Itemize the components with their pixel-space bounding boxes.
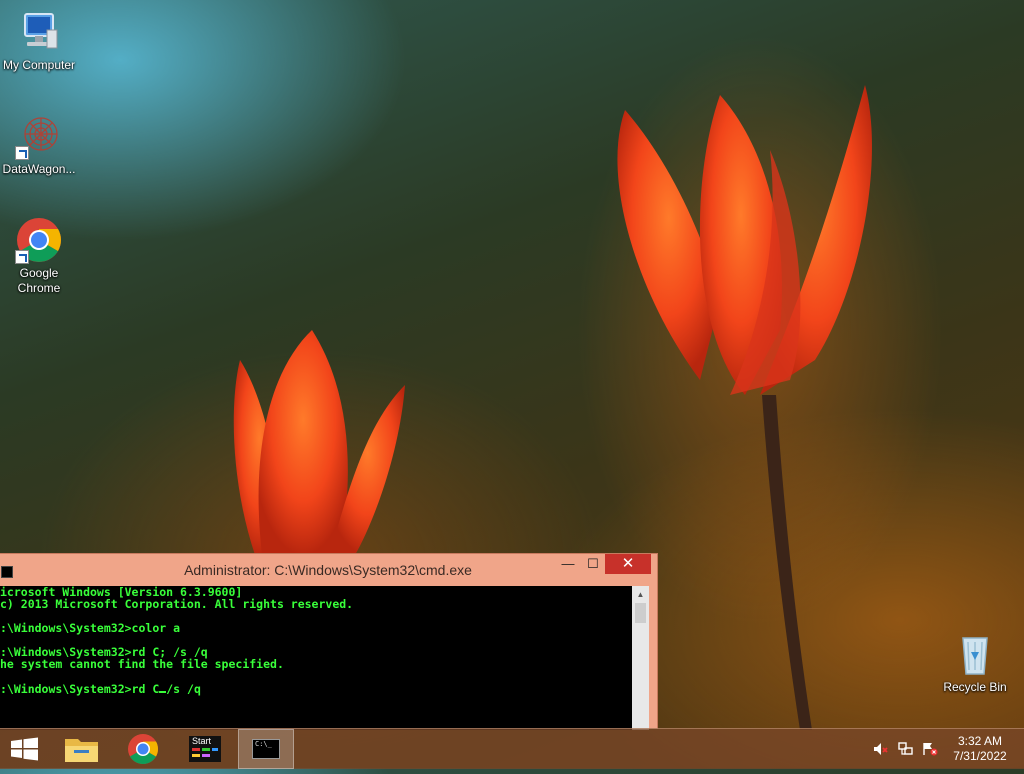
desktop-icon-datawagon[interactable]: DataWagon... xyxy=(0,112,78,177)
desktop-icon-label: My Computer xyxy=(2,58,76,72)
chrome-icon xyxy=(128,734,159,765)
network-icon[interactable] xyxy=(898,742,914,756)
action-center-flag-icon[interactable] xyxy=(922,742,938,756)
folder-icon xyxy=(65,739,98,762)
taskbar-start-app[interactable]: Start xyxy=(177,729,233,769)
cmd-titlebar[interactable]: Administrator: C:\Windows\System32\cmd.e… xyxy=(0,554,657,586)
scrollbar-thumb[interactable] xyxy=(635,603,646,623)
console-prompt-tail: /s /q xyxy=(166,682,201,696)
console-line: :\Windows\System32>color a xyxy=(0,621,181,635)
desktop-icon-label: Google xyxy=(19,266,59,280)
chrome-icon xyxy=(15,216,63,264)
console-line: he system cannot find the file specified… xyxy=(0,657,284,671)
taskbar-cmd[interactable]: C:\_ xyxy=(238,729,294,769)
scroll-up-arrow-icon[interactable]: ▲ xyxy=(632,586,649,603)
computer-icon xyxy=(15,8,63,56)
shortcut-arrow-icon xyxy=(15,146,29,160)
desktop-icon-label: DataWagon... xyxy=(2,162,76,176)
close-button[interactable]: ✕ xyxy=(605,554,651,574)
cmd-icon: C:\_ xyxy=(252,739,280,759)
desktop-icon-label: Recycle Bin xyxy=(943,680,1007,694)
console-prompt: :\Windows\System32>rd C xyxy=(0,682,160,696)
desktop-icon-recycle-bin[interactable]: Recycle Bin xyxy=(936,630,1014,695)
desktop-icon-my-computer[interactable]: My Computer xyxy=(0,8,78,73)
desktop-icon-google-chrome[interactable]: Google Chrome xyxy=(0,216,78,296)
windows-logo-icon xyxy=(11,737,38,761)
console-input-line[interactable]: :\Windows\System32>rd C/s /q xyxy=(0,682,632,695)
console-scrollbar[interactable]: ▲ xyxy=(632,586,649,730)
console-output[interactable]: icrosoft Windows [Version 6.3.9600] c) 2… xyxy=(0,586,632,730)
start-app-label: Start xyxy=(192,736,212,746)
taskbar-chrome[interactable] xyxy=(115,729,171,769)
datawagon-icon xyxy=(15,112,63,160)
console-line: c) 2013 Microsoft Corporation. All right… xyxy=(0,597,354,611)
taskbar-file-explorer[interactable] xyxy=(54,729,110,769)
start-button[interactable] xyxy=(0,729,56,769)
maximize-button[interactable]: ☐ xyxy=(580,554,606,574)
minimize-button[interactable]: — xyxy=(555,554,581,574)
taskbar-clock[interactable]: 3:32 AM 7/31/2022 xyxy=(944,734,1016,764)
shortcut-arrow-icon xyxy=(15,250,29,264)
start-app-icon: Start xyxy=(189,736,221,762)
speaker-muted-icon[interactable] xyxy=(873,742,889,756)
taskbar: Start C:\_ 3:32 AM 7/31/2022 xyxy=(0,728,1024,769)
clock-time: 3:32 AM xyxy=(957,734,1003,748)
recycle-bin-icon xyxy=(951,630,999,678)
desktop-icon-label: Chrome xyxy=(17,281,61,295)
clock-date: 7/31/2022 xyxy=(953,749,1007,763)
cmd-window[interactable]: Administrator: C:\Windows\System32\cmd.e… xyxy=(0,553,658,730)
